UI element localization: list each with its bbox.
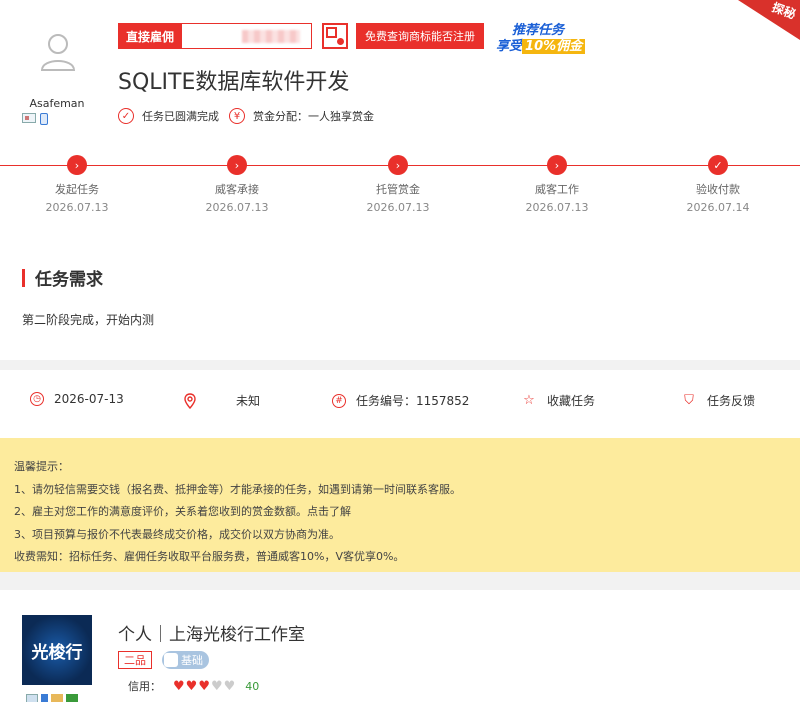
credit-row: 信用： ♥ ♥ ♥ ♥ ♥ 40 [128,678,259,694]
heart-filled-icon: ♥ [198,678,210,694]
corner-label: 探秘 [770,0,798,22]
step-date: 2026.07.13 [45,201,109,214]
task-header: Asafeman 直接雇佣 免费查询商标能否注册 推荐任务 享受 10%佣金 SQ… [0,0,800,150]
check-icon: ✓ [708,155,728,175]
tag-row: 直接雇佣 免费查询商标能否注册 推荐任务 享受 10%佣金 [118,19,596,54]
certificate-icon [66,694,78,702]
phone-icon [41,694,48,702]
demand-heading: 任务需求 [22,265,103,290]
step-label: 发起任务 [55,183,99,196]
chevron-right-icon: › [67,155,87,175]
section-divider [0,360,800,370]
star-outline-icon: ☆ [523,393,535,408]
task-info-row: ◷ 2026-07-13 未知 # 任务编号：1157852 ☆ 收藏任务 ⛉ … [0,380,800,425]
notice-box: 温馨提示： 1、请勿轻信需要交钱（报名费、抵押金等）才能承接的任务，如遇到请第一… [0,438,800,572]
clock-icon: ◷ [30,392,44,406]
tier-badge: 基础 [162,651,209,669]
blurred-employer-info [182,23,313,49]
info-date: ◷ 2026-07-13 [30,392,124,406]
progress-step: ✓ 验收付款 2026.07.14 [668,155,768,214]
direct-hire-tag: 直接雇佣 [118,23,183,49]
company-verify-icons [26,694,78,702]
favorite-task-button[interactable]: ☆ 收藏任务 [521,392,595,409]
notice-line-2[interactable]: 2、雇主对您工作的满意度评价，关系着您收到的赏金数额。点击了解 [14,501,786,524]
chevron-right-icon: › [227,155,247,175]
progress-step: › 威客工作 2026.07.13 [507,155,607,214]
step-date: 2026.07.14 [686,201,750,214]
shield-alert-icon: ⛉ [684,393,694,408]
heart-filled-icon: ♥ [185,678,198,694]
shield-icon [51,694,63,702]
heading-accent-bar [22,268,25,287]
step-date: 2026.07.13 [205,201,269,214]
info-task-number: # 任务编号：1157852 [332,392,469,409]
feedback-text: 任务反馈 [707,394,756,408]
trademark-check-button[interactable]: 免费查询商标能否注册 [356,23,485,49]
chevron-right-icon: › [547,155,567,175]
heart-empty-icon: ♥ [210,678,223,694]
employer-name[interactable]: Asafeman [26,97,88,110]
chevron-right-icon: › [388,155,408,175]
location-pin-icon [184,392,196,409]
hash-icon: # [332,393,346,408]
task-title: SQLITE数据库软件开发 [118,70,350,95]
id-card-icon [26,694,38,702]
company-logo[interactable]: 光梭行 [22,615,92,685]
reward-mode: 赏金分配：一人独享赏金 [253,110,374,123]
progress-step: › 威客承接 2026.07.13 [187,155,287,214]
task-status-row: ✓ 任务已圆满完成 ¥ 赏金分配：一人独享赏金 [118,108,374,124]
phone-icon [40,113,48,125]
credit-label: 信用： [128,680,161,693]
demand-text: 第二阶段完成，开始内测 [22,313,155,327]
check-circle-icon: ✓ [118,108,134,124]
location-text: 未知 [236,394,261,408]
credit-score: 40 [245,679,260,693]
employer-verify-icons [22,113,48,125]
step-label: 验收付款 [696,183,740,196]
promo-banner[interactable]: 推荐任务 享受 10%佣金 [496,19,596,54]
promo-line-2: 享受 10%佣金 [496,35,586,54]
date-text: 2026-07-13 [54,392,124,406]
company-level-row: 二品 基础 [118,651,209,669]
section-divider [0,572,800,590]
heart-empty-icon: ♥ [223,678,236,694]
step-date: 2026.07.13 [366,201,430,214]
step-date: 2026.07.13 [525,201,589,214]
progress-step: › 托管赏金 2026.07.13 [348,155,448,214]
yen-circle-icon: ¥ [229,108,245,124]
task-feedback-button[interactable]: ⛉ 任务反馈 [681,392,755,409]
favorite-text: 收藏任务 [547,394,596,408]
company-logo-text: 光梭行 [31,642,83,663]
notice-title: 温馨提示： [14,460,69,473]
notice-fee: 收费需知：招标任务、雇佣任务收取平台服务费，普通威客10%，V客优享0%。 [14,550,405,563]
tier-text: 基础 [181,654,203,667]
notice-line-1: 1、请勿轻信需要交钱（报名费、抵押金等）才能承接的任务，如遇到请第一时间联系客服… [14,482,461,496]
notice-line-3: 3、项目预算与报价不代表最终成交价格，成交价以双方协商为准。 [14,527,340,541]
qr-code-icon[interactable] [322,23,349,49]
heart-filled-icon: ♥ [173,678,185,694]
demand-heading-text: 任务需求 [35,270,103,290]
task-status: 任务已圆满完成 [142,110,219,123]
progress-step: › 发起任务 2026.07.13 [27,155,127,214]
step-label: 托管赏金 [376,183,420,196]
step-label: 威客承接 [215,183,259,196]
step-label: 威客工作 [535,183,579,196]
company-name[interactable]: 个人｜上海光梭行工作室 [118,620,305,645]
store-icon [164,653,178,667]
level-tag: 二品 [118,651,152,669]
task-number-text: 任务编号：1157852 [356,394,470,408]
credit-hearts: ♥ ♥ ♥ ♥ ♥ [173,679,235,694]
info-location: 未知 [182,392,260,409]
user-silhouette-icon [40,34,76,71]
id-card-icon [22,113,36,123]
task-progress: › 发起任务 2026.07.13 › 威客承接 2026.07.13 › 托管… [0,155,800,220]
explore-corner-ribbon[interactable]: 探秘 [738,0,800,40]
employer-avatar[interactable] [36,30,80,80]
